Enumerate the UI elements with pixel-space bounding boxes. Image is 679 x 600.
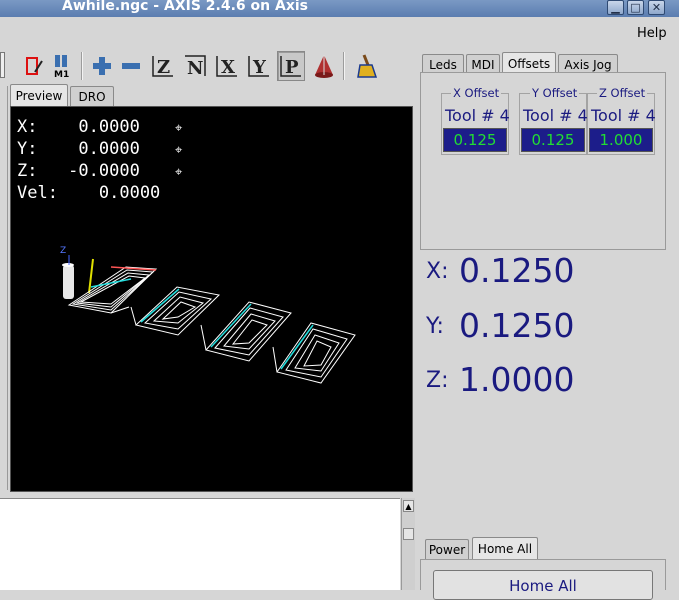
zoom-out-icon[interactable] <box>117 51 145 81</box>
tab-dro[interactable]: DRO <box>70 86 114 106</box>
tab-leds[interactable]: Leds <box>422 54 464 74</box>
z-offset-value: 1.000 <box>589 128 653 152</box>
clear-plot-icon[interactable] <box>353 51 381 81</box>
position-y-label: Y: <box>426 314 444 339</box>
menu-help[interactable]: Help <box>637 26 667 41</box>
position-x-value: 0.1250 <box>459 251 575 290</box>
rotate-view-icon[interactable] <box>310 51 338 81</box>
view-x-icon[interactable]: X <box>213 51 241 81</box>
tab-preview[interactable]: Preview <box>10 84 68 106</box>
window-title: Awhile.ngc - AXIS 2.4.6 on Axis <box>62 0 308 14</box>
close-button[interactable]: ✕ <box>648 0 665 15</box>
m1-break-icon[interactable]: M1 <box>48 51 76 81</box>
gcode-text-area[interactable] <box>0 498 400 590</box>
view-perspective-icon[interactable]: P <box>277 51 305 81</box>
maximize-button[interactable]: □ <box>627 0 644 15</box>
position-x-label: X: <box>426 259 449 284</box>
position-z-value: 1.0000 <box>459 360 575 399</box>
minimize-button[interactable]: ▁ <box>607 0 624 15</box>
toolbar-separator <box>81 52 83 80</box>
view-z2-icon[interactable]: N <box>181 51 209 81</box>
position-z-label: Z: <box>426 368 449 393</box>
view-y-icon[interactable]: Y <box>245 51 273 81</box>
home-all-button[interactable]: Home All <box>433 570 653 600</box>
view-z-icon[interactable]: Z <box>149 51 177 81</box>
left-scroll-strip[interactable] <box>0 86 8 490</box>
svg-text:X: X <box>221 57 235 78</box>
position-y-value: 0.1250 <box>459 306 575 345</box>
tab-axis-jog[interactable]: Axis Jog <box>558 54 618 74</box>
x-offset-caption: X Offset <box>451 86 502 100</box>
tab-power[interactable]: Power <box>425 539 469 559</box>
y-offset-tool: Tool # 4 <box>523 106 588 125</box>
tab-home-all[interactable]: Home All <box>472 537 538 559</box>
svg-text:Z: Z <box>157 57 170 78</box>
x-offset-value: 0.125 <box>443 128 507 152</box>
toolpath-graphics <box>62 255 356 384</box>
svg-text:N: N <box>187 58 203 79</box>
scroll-thumb[interactable] <box>403 528 414 540</box>
tab-offsets[interactable]: Offsets <box>502 52 556 74</box>
toolbar-separator <box>343 52 345 80</box>
y-offset-caption: Y Offset <box>530 86 580 100</box>
optional-stop-icon[interactable] <box>20 51 48 81</box>
gcode-scrollbar[interactable]: ▲ <box>401 498 415 590</box>
toolbar-edge <box>0 52 5 78</box>
svg-text:P: P <box>285 57 299 78</box>
x-offset-tool: Tool # 4 <box>445 106 510 125</box>
scroll-up-icon[interactable]: ▲ <box>403 500 414 512</box>
tab-mdi[interactable]: MDI <box>466 54 500 74</box>
zoom-in-icon[interactable] <box>88 51 116 81</box>
svg-text:M1: M1 <box>54 70 69 79</box>
y-offset-value: 0.125 <box>521 128 585 152</box>
z-offset-caption: Z Offset <box>597 86 648 100</box>
svg-text:Y: Y <box>252 57 267 78</box>
menubar <box>0 18 679 46</box>
z-offset-tool: Tool # 4 <box>591 106 656 125</box>
